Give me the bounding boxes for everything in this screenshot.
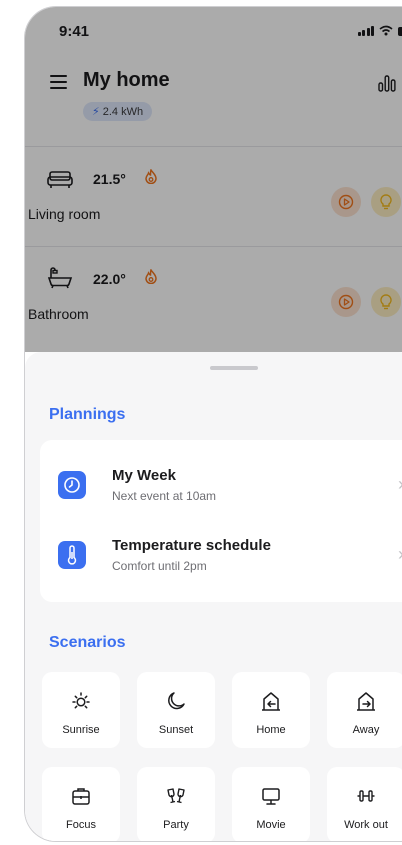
scenario-label: Party <box>163 819 189 831</box>
scenario-label: Sunset <box>158 724 194 736</box>
bottom-sheet: Plannings My Week Next event at 10am › <box>25 352 402 841</box>
scenario-label: Away <box>352 724 380 736</box>
scenario-label: Movie <box>256 819 286 831</box>
scenario-movie[interactable]: Movie <box>232 767 310 841</box>
planning-item-temperature-schedule[interactable]: Temperature schedule Comfort until 2pm › <box>40 520 402 590</box>
planning-title: Temperature schedule <box>112 537 271 554</box>
planning-subtitle: Comfort until 2pm <box>112 559 207 573</box>
sheet-drag-handle[interactable] <box>210 366 258 370</box>
scenario-party[interactable]: Party <box>137 767 215 841</box>
chevron-right-icon: › <box>398 544 402 565</box>
scenario-work-out[interactable]: Work out <box>327 767 402 841</box>
home-exit-icon <box>357 692 375 711</box>
thermometer-icon <box>58 541 86 569</box>
scenarios-title: Scenarios <box>49 634 126 651</box>
scenario-sunset[interactable]: Sunset <box>137 672 215 748</box>
scenario-home[interactable]: Home <box>232 672 310 748</box>
briefcase-icon <box>72 788 90 805</box>
scenario-label: Sunrise <box>62 724 100 736</box>
clock-icon <box>58 471 86 499</box>
home-enter-icon <box>262 692 280 711</box>
plannings-card: My Week Next event at 10am › Temperature… <box>40 440 402 602</box>
scenario-focus[interactable]: Focus <box>42 767 120 841</box>
scenario-label: Home <box>256 724 286 736</box>
glasses-cheers-icon <box>167 788 185 804</box>
sunrise-icon <box>72 692 90 709</box>
planning-title: My Week <box>112 467 176 484</box>
dim-overlay[interactable] <box>25 7 402 352</box>
dumbbell-icon <box>357 790 375 802</box>
scenario-label: Focus <box>66 819 96 831</box>
monitor-icon <box>262 788 280 805</box>
scenario-label: Work out <box>344 819 388 831</box>
moon-icon <box>168 692 185 710</box>
planning-item-my-week[interactable]: My Week Next event at 10am › <box>40 450 402 520</box>
phone-frame: 9:41 My home ⚡ 2.4 kWh 21.5° Living room… <box>24 6 402 842</box>
plannings-title: Plannings <box>49 406 126 423</box>
scenario-away[interactable]: Away <box>327 672 402 748</box>
scenario-sunrise[interactable]: Sunrise <box>42 672 120 748</box>
planning-subtitle: Next event at 10am <box>112 489 217 503</box>
chevron-right-icon: › <box>398 474 402 495</box>
